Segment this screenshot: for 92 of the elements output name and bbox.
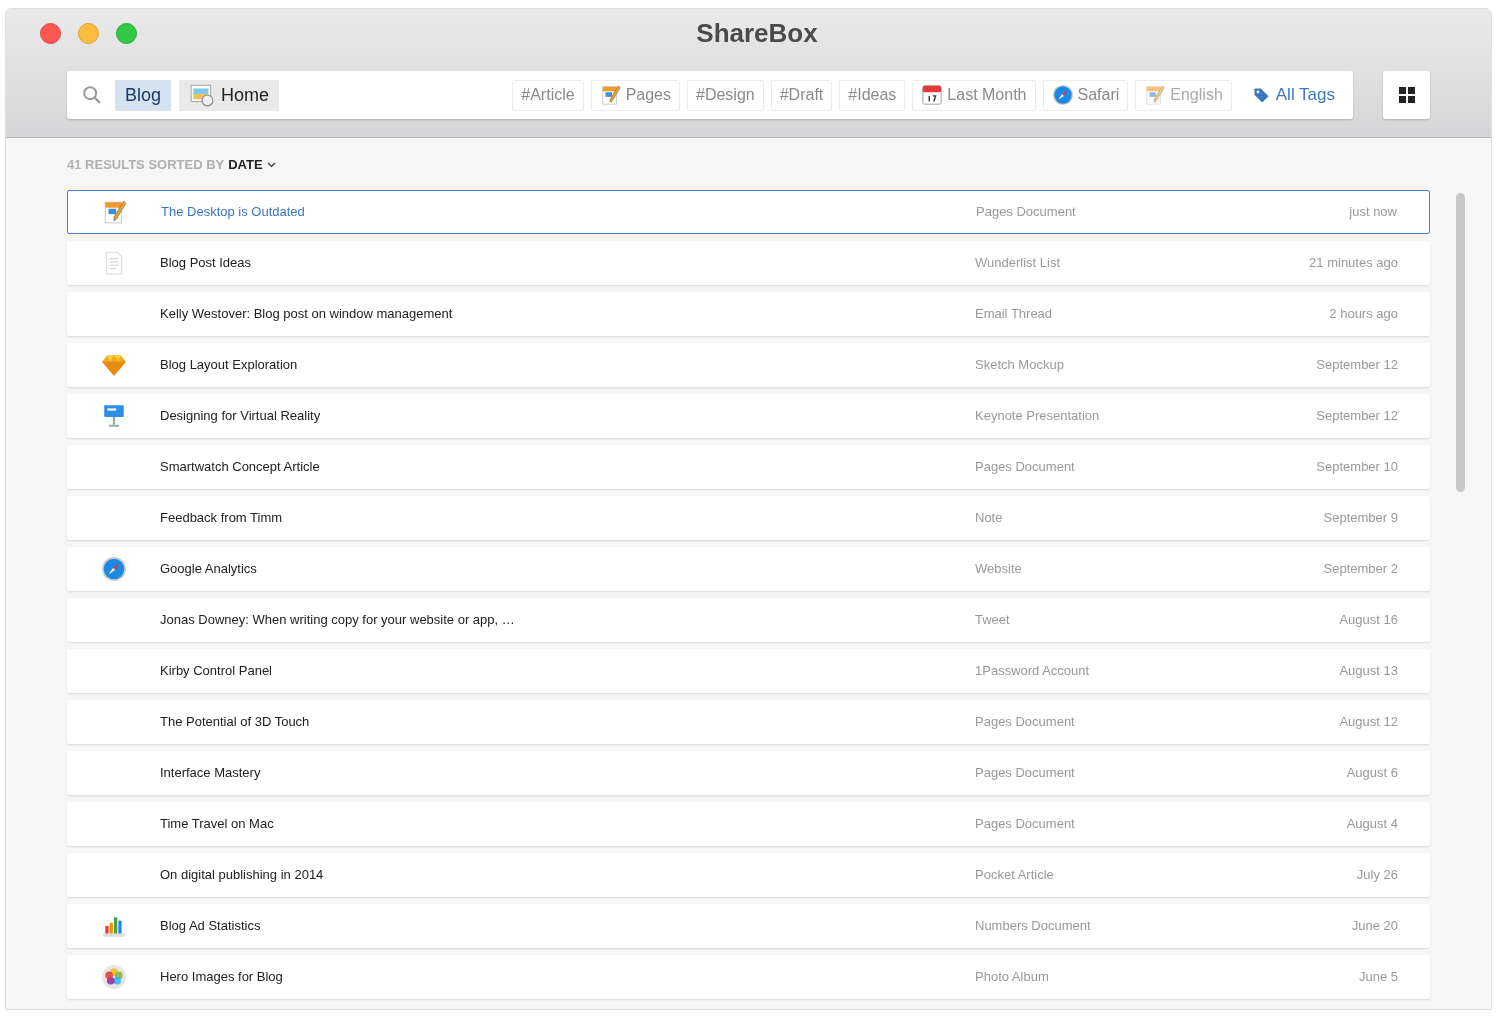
item-type: Pages Document — [975, 764, 1076, 783]
result-row[interactable]: Jonas Downey: When writing copy for your website or app, … Tweet August 16 — [67, 598, 1430, 642]
item-date: September 2 — [1323, 560, 1399, 579]
window-title: ShareBox — [696, 16, 818, 50]
item-type: Pages Document — [975, 713, 1076, 732]
sort-dropdown[interactable]: DATE — [228, 155, 276, 175]
item-title: Time Travel on Mac — [160, 815, 275, 834]
results-count: 41 RESULTS SORTED BY — [67, 156, 225, 175]
result-row[interactable]: On digital publishing in 2014 Pocket Article July 26 — [67, 853, 1430, 897]
search-token[interactable]: Blog — [115, 79, 172, 111]
tag-chip[interactable]: Pages — [590, 79, 680, 111]
item-type: Email Thread — [975, 305, 1054, 324]
item-type: Photo Album — [975, 968, 1050, 987]
item-type: Sketch Mockup — [975, 356, 1065, 375]
compass-icon — [100, 556, 127, 582]
item-title: On digital publishing in 2014 — [160, 866, 325, 885]
minimize-button[interactable] — [78, 22, 99, 44]
item-type: Pages Document — [975, 458, 1076, 477]
tag-chip[interactable]: Last Month — [912, 79, 1036, 111]
item-title: Designing for Virtual Reality — [160, 407, 322, 426]
result-row[interactable]: Hero Images for Blog Photo Album June 5 — [67, 955, 1430, 999]
item-date: 2 hours ago — [1329, 305, 1399, 324]
item-title: Interface Mastery — [160, 764, 262, 783]
result-row[interactable]: Interface Mastery Pages Document August 6 — [67, 751, 1430, 795]
chevron-down-icon — [266, 162, 276, 168]
zoom-button[interactable] — [116, 22, 137, 44]
item-date: September 12 — [1316, 356, 1399, 375]
result-row[interactable]: Smartwatch Concept Article Pages Document September 10 — [67, 445, 1430, 489]
item-date: July 26 — [1356, 866, 1399, 885]
search-token[interactable]: Home — [179, 79, 280, 111]
tag-chip[interactable]: #Ideas — [839, 79, 906, 111]
result-row[interactable]: Blog Post Ideas Wunderlist List 21 minutes ago — [67, 241, 1430, 285]
item-type: Wunderlist List — [975, 254, 1061, 273]
item-type: Website — [975, 560, 1023, 579]
tag-icon — [1252, 86, 1270, 104]
result-row[interactable]: Feedback from Timm Note September 9 — [67, 496, 1430, 540]
item-title: Feedback from Timm — [160, 509, 284, 528]
item-type: Tweet — [975, 611, 1011, 630]
item-type: Keynote Presentation — [975, 407, 1101, 426]
item-type: Numbers Document — [975, 917, 1092, 936]
item-date: August 16 — [1339, 611, 1399, 630]
pages-icon — [599, 84, 622, 106]
flower-icon — [100, 964, 127, 990]
search-bar[interactable]: Blog Home #Article Pages #Design #Draft #Ideas Last Month Safari English All Tags — [67, 71, 1353, 119]
item-date: September 10 — [1316, 458, 1399, 477]
compass-icon — [1051, 84, 1074, 106]
result-row[interactable]: Kirby Control Panel 1Password Account August 13 — [67, 649, 1430, 693]
picture-viewer-icon — [189, 82, 216, 108]
item-date: August 12 — [1339, 713, 1399, 732]
pages-icon — [1144, 84, 1167, 106]
item-date: August 13 — [1339, 662, 1399, 681]
item-title: Blog Layout Exploration — [160, 356, 299, 375]
item-date: 21 minutes ago — [1309, 254, 1399, 273]
scrollbar[interactable] — [1456, 193, 1465, 492]
item-title: Blog Ad Statistics — [160, 917, 262, 936]
item-title: Kirby Control Panel — [160, 662, 273, 681]
item-title: Smartwatch Concept Article — [160, 458, 321, 477]
item-type: 1Password Account — [975, 662, 1091, 681]
tag-chip[interactable]: Safari — [1042, 79, 1129, 111]
item-date: just now — [1349, 203, 1398, 222]
item-title: Google Analytics — [160, 560, 258, 579]
grid-view-button[interactable] — [1383, 71, 1430, 119]
result-row[interactable]: Designing for Virtual Reality Keynote Presentation September 12 — [67, 394, 1430, 438]
item-type: Note — [975, 509, 1004, 528]
grid-icon — [1398, 87, 1415, 103]
result-row[interactable]: Blog Ad Statistics Numbers Document June 20 — [67, 904, 1430, 948]
item-title: Blog Post Ideas — [160, 254, 253, 273]
item-title: The Potential of 3D Touch — [160, 713, 311, 732]
result-row[interactable]: Kelly Westover: Blog post on window management Email Thread 2 hours ago — [67, 292, 1430, 336]
item-title: Kelly Westover: Blog post on window management — [160, 305, 454, 324]
item-date: August 4 — [1346, 815, 1399, 834]
result-row[interactable]: Google Analytics Website September 2 — [67, 547, 1430, 591]
result-row[interactable]: Blog Layout Exploration Sketch Mockup September 12 — [67, 343, 1430, 387]
item-date: June 5 — [1358, 968, 1399, 987]
close-button[interactable] — [40, 22, 61, 44]
item-title: The Desktop is Outdated — [161, 203, 306, 222]
result-row[interactable]: The Desktop is Outdated Pages Document just now — [67, 190, 1430, 234]
result-row[interactable]: The Potential of 3D Touch Pages Document August 12 — [67, 700, 1430, 744]
item-type: Pocket Article — [975, 866, 1055, 885]
diamond-icon — [100, 352, 127, 378]
item-type: Pages Document — [976, 203, 1077, 222]
item-date: August 6 — [1346, 764, 1399, 783]
result-row[interactable]: Time Travel on Mac Pages Document August 4 — [67, 802, 1430, 846]
item-date: September 9 — [1323, 509, 1399, 528]
tag-chip[interactable]: #Design — [687, 79, 764, 111]
item-title: Jonas Downey: When writing copy for your website or app, … — [160, 611, 516, 630]
calendar-icon — [921, 84, 944, 106]
item-date: September 12 — [1316, 407, 1399, 426]
item-type: Pages Document — [975, 815, 1076, 834]
item-title: Hero Images for Blog — [160, 968, 284, 987]
search-icon — [81, 84, 103, 106]
item-date: June 20 — [1351, 917, 1399, 936]
